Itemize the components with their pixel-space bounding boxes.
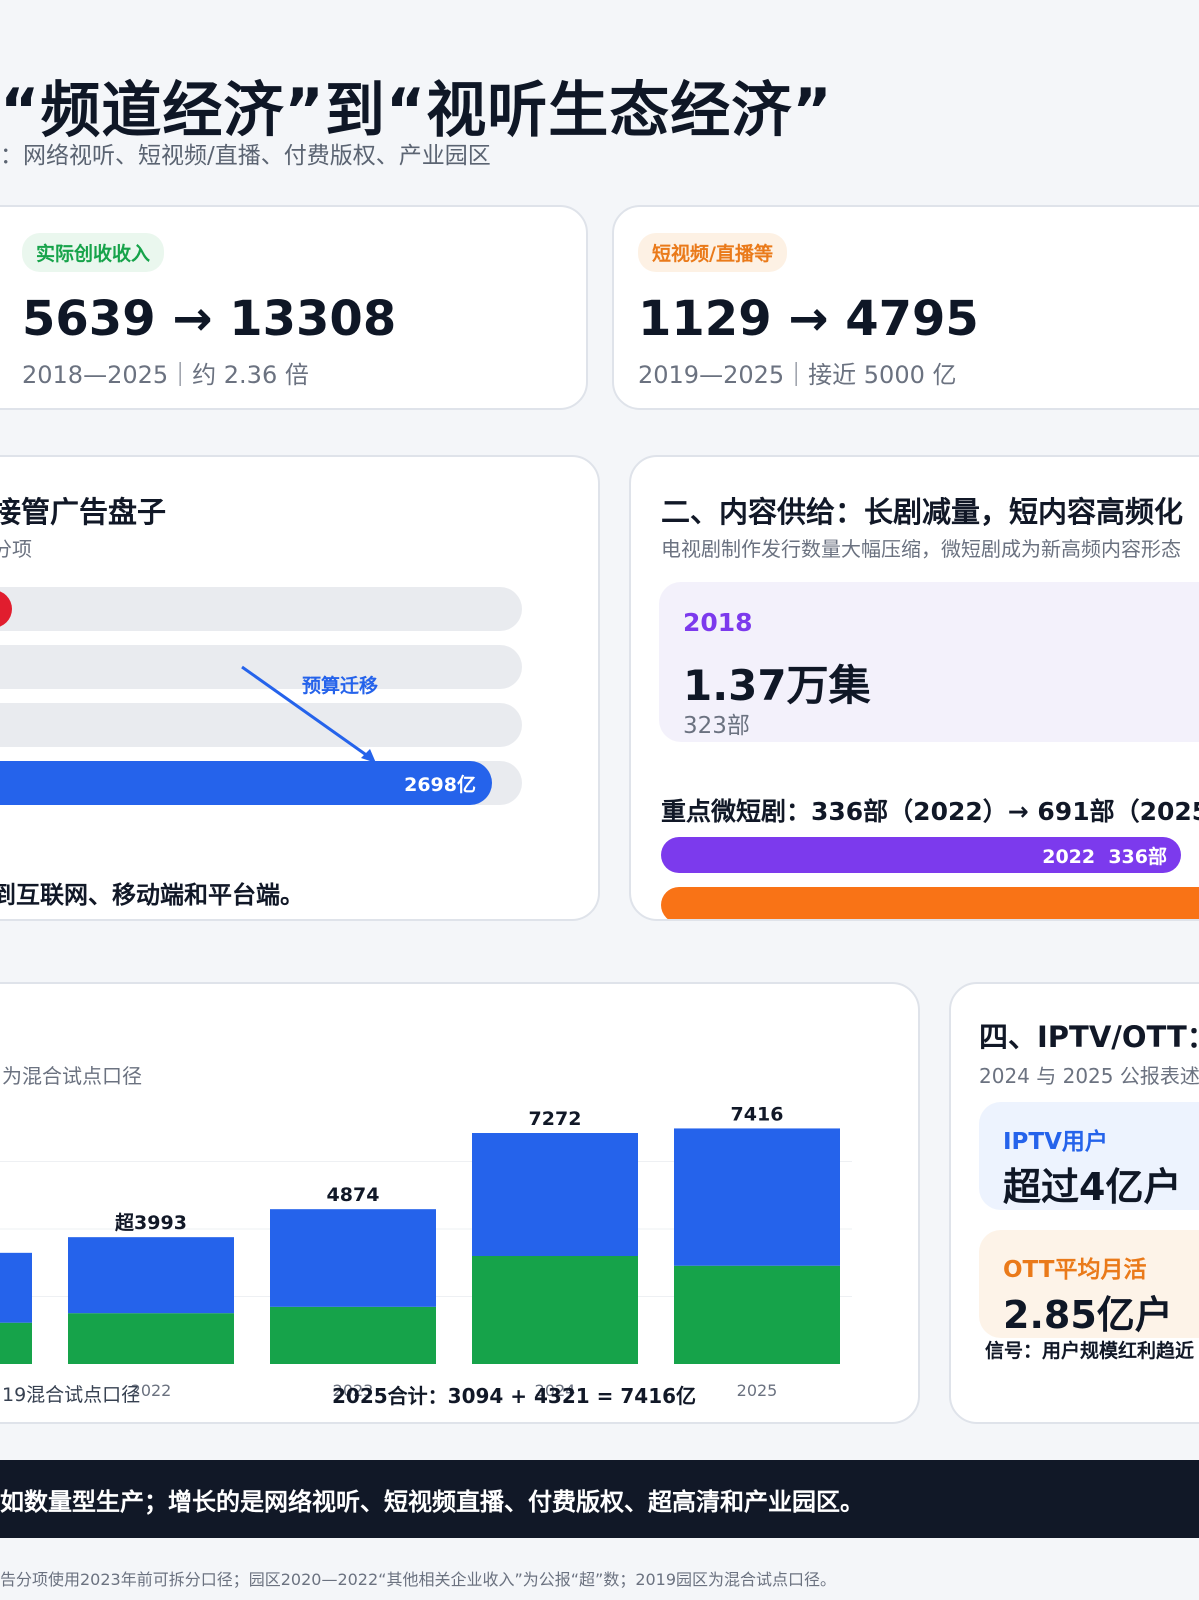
short-video-stat-card: 短视频/直播等 1129 → 4795 2019—2025｜接近 5000 亿 bbox=[612, 205, 1199, 410]
bar-segment-2021-1 bbox=[0, 1252, 32, 1323]
park-footnote-left: 19混合试点口径 bbox=[2, 1384, 141, 1406]
tv-drama-episodes: 1.37万集 bbox=[683, 661, 871, 710]
tv-drama-parts: 323部 bbox=[683, 713, 750, 739]
iptv-users-box: IPTV用户 超过4亿户 bbox=[979, 1102, 1199, 1210]
ott-active-box: OTT平均月活 2.85亿户 bbox=[979, 1230, 1199, 1338]
bar-segment-2024-1 bbox=[472, 1133, 638, 1256]
industrial-park-chart-card: 为混合试点口径 超3993 2022 4874 2023 7272 2024 7416 202… bbox=[0, 982, 920, 1424]
iptv-users-value: 超过4亿户 bbox=[1003, 1165, 1182, 1209]
summary-band: 如数量型生产；增长的是网络视听、短视频直播、付费版权、超高清和产业园区。 bbox=[0, 1460, 1199, 1538]
content-supply-card: 二、内容供给：长剧减量，短内容高频化 电视剧制作发行数量大幅压缩，微短剧成为新高… bbox=[629, 455, 1199, 921]
bar-value-label-2024: 7272 bbox=[529, 1108, 582, 1130]
content-section-subtitle: 电视剧制作发行数量大幅压缩，微短剧成为新高频内容形态 bbox=[661, 537, 1181, 561]
iptv-section-title: 四、IPTV/OTT： bbox=[979, 1020, 1199, 1054]
iptv-signal-text: 信号：用户规模红利趋近 bbox=[985, 1340, 1195, 1362]
bar-segment-2022-0 bbox=[68, 1313, 234, 1364]
bar-value-label-2023: 4874 bbox=[327, 1184, 380, 1206]
bar-value-label-2025: 7416 bbox=[731, 1103, 784, 1125]
park-stacked-bar-chart: 超39932022487420237272202474162025 bbox=[0, 1103, 852, 1400]
park-total-note: 2025合计：3094 + 4321 = 7416亿 bbox=[332, 1384, 697, 1408]
iptv-section-subtitle: 2024 与 2025 公报表述完 bbox=[979, 1064, 1199, 1088]
footnote: 告分项使用2023年前可拆分口径；园区2020—2022“其他相关企业收入”为公… bbox=[0, 1570, 837, 1589]
budget-shift-label: 预算迁移 bbox=[302, 675, 379, 697]
short-video-detail: 2019—2025｜接近 5000 亿 bbox=[638, 361, 957, 389]
bar-segment-2024-0 bbox=[472, 1256, 638, 1364]
budget-shift-arrow bbox=[241, 665, 376, 763]
x-tick-label-2025: 2025 bbox=[737, 1381, 778, 1400]
short-video-tag: 短视频/直播等 bbox=[638, 233, 787, 272]
micro-drama-heading: 重点微短剧：336部（2022）→ 691部（2025） bbox=[661, 797, 1199, 826]
revenue-stat-card: 实际创收收入 5639 → 13308 2018—2025｜约 2.36 倍 bbox=[0, 205, 588, 410]
iptv-users-label: IPTV用户 bbox=[1003, 1129, 1108, 1155]
bar-segment-2025-1 bbox=[674, 1128, 840, 1266]
page-subtitle: ：网络视听、短视频/直播、付费版权、产业园区 bbox=[0, 143, 491, 169]
bar-segment-2022-1 bbox=[68, 1237, 234, 1314]
revenue-value: 5639 → 13308 bbox=[22, 291, 397, 347]
bar-segment-2025-0 bbox=[674, 1265, 840, 1364]
ad-section-footer: 到互联网、移动端和平台端。 bbox=[0, 881, 304, 909]
micro-drama-2022-bar: 2022 336部 bbox=[661, 837, 1181, 873]
summary-band-text: 如数量型生产；增长的是网络视听、短视频直播、付费版权、超高清和产业园区。 bbox=[0, 1487, 864, 1516]
tv-drama-2018-box: 2018 1.37万集 323部 bbox=[659, 582, 1199, 742]
revenue-tag: 实际创收收入 bbox=[22, 233, 165, 272]
bar-segment-2023-1 bbox=[270, 1209, 436, 1307]
micro-drama-2022-label: 2022 336部 bbox=[1042, 845, 1167, 868]
bar-value-label-2022: 超3993 bbox=[114, 1211, 187, 1234]
ott-active-value: 2.85亿户 bbox=[1003, 1293, 1173, 1337]
short-video-value: 1129 → 4795 bbox=[638, 291, 979, 347]
bar-segment-2021-0 bbox=[0, 1322, 32, 1364]
ott-active-label: OTT平均月活 bbox=[1003, 1257, 1147, 1283]
content-section-title: 二、内容供给：长剧减量，短内容高频化 bbox=[661, 495, 1184, 529]
revenue-detail: 2018—2025｜约 2.36 倍 bbox=[22, 361, 309, 389]
iptv-ott-card: 四、IPTV/OTT： 2024 与 2025 公报表述完 IPTV用户 超过4… bbox=[949, 982, 1199, 1424]
micro-drama-2025-bar bbox=[661, 887, 1199, 919]
bar-segment-2023-0 bbox=[270, 1306, 436, 1364]
ad-budget-card: 接管广告盘子 分项 2698亿 预算迁移 到互联网、移动端和平台端。 bbox=[0, 455, 600, 921]
tv-drama-year: 2018 bbox=[683, 608, 753, 637]
